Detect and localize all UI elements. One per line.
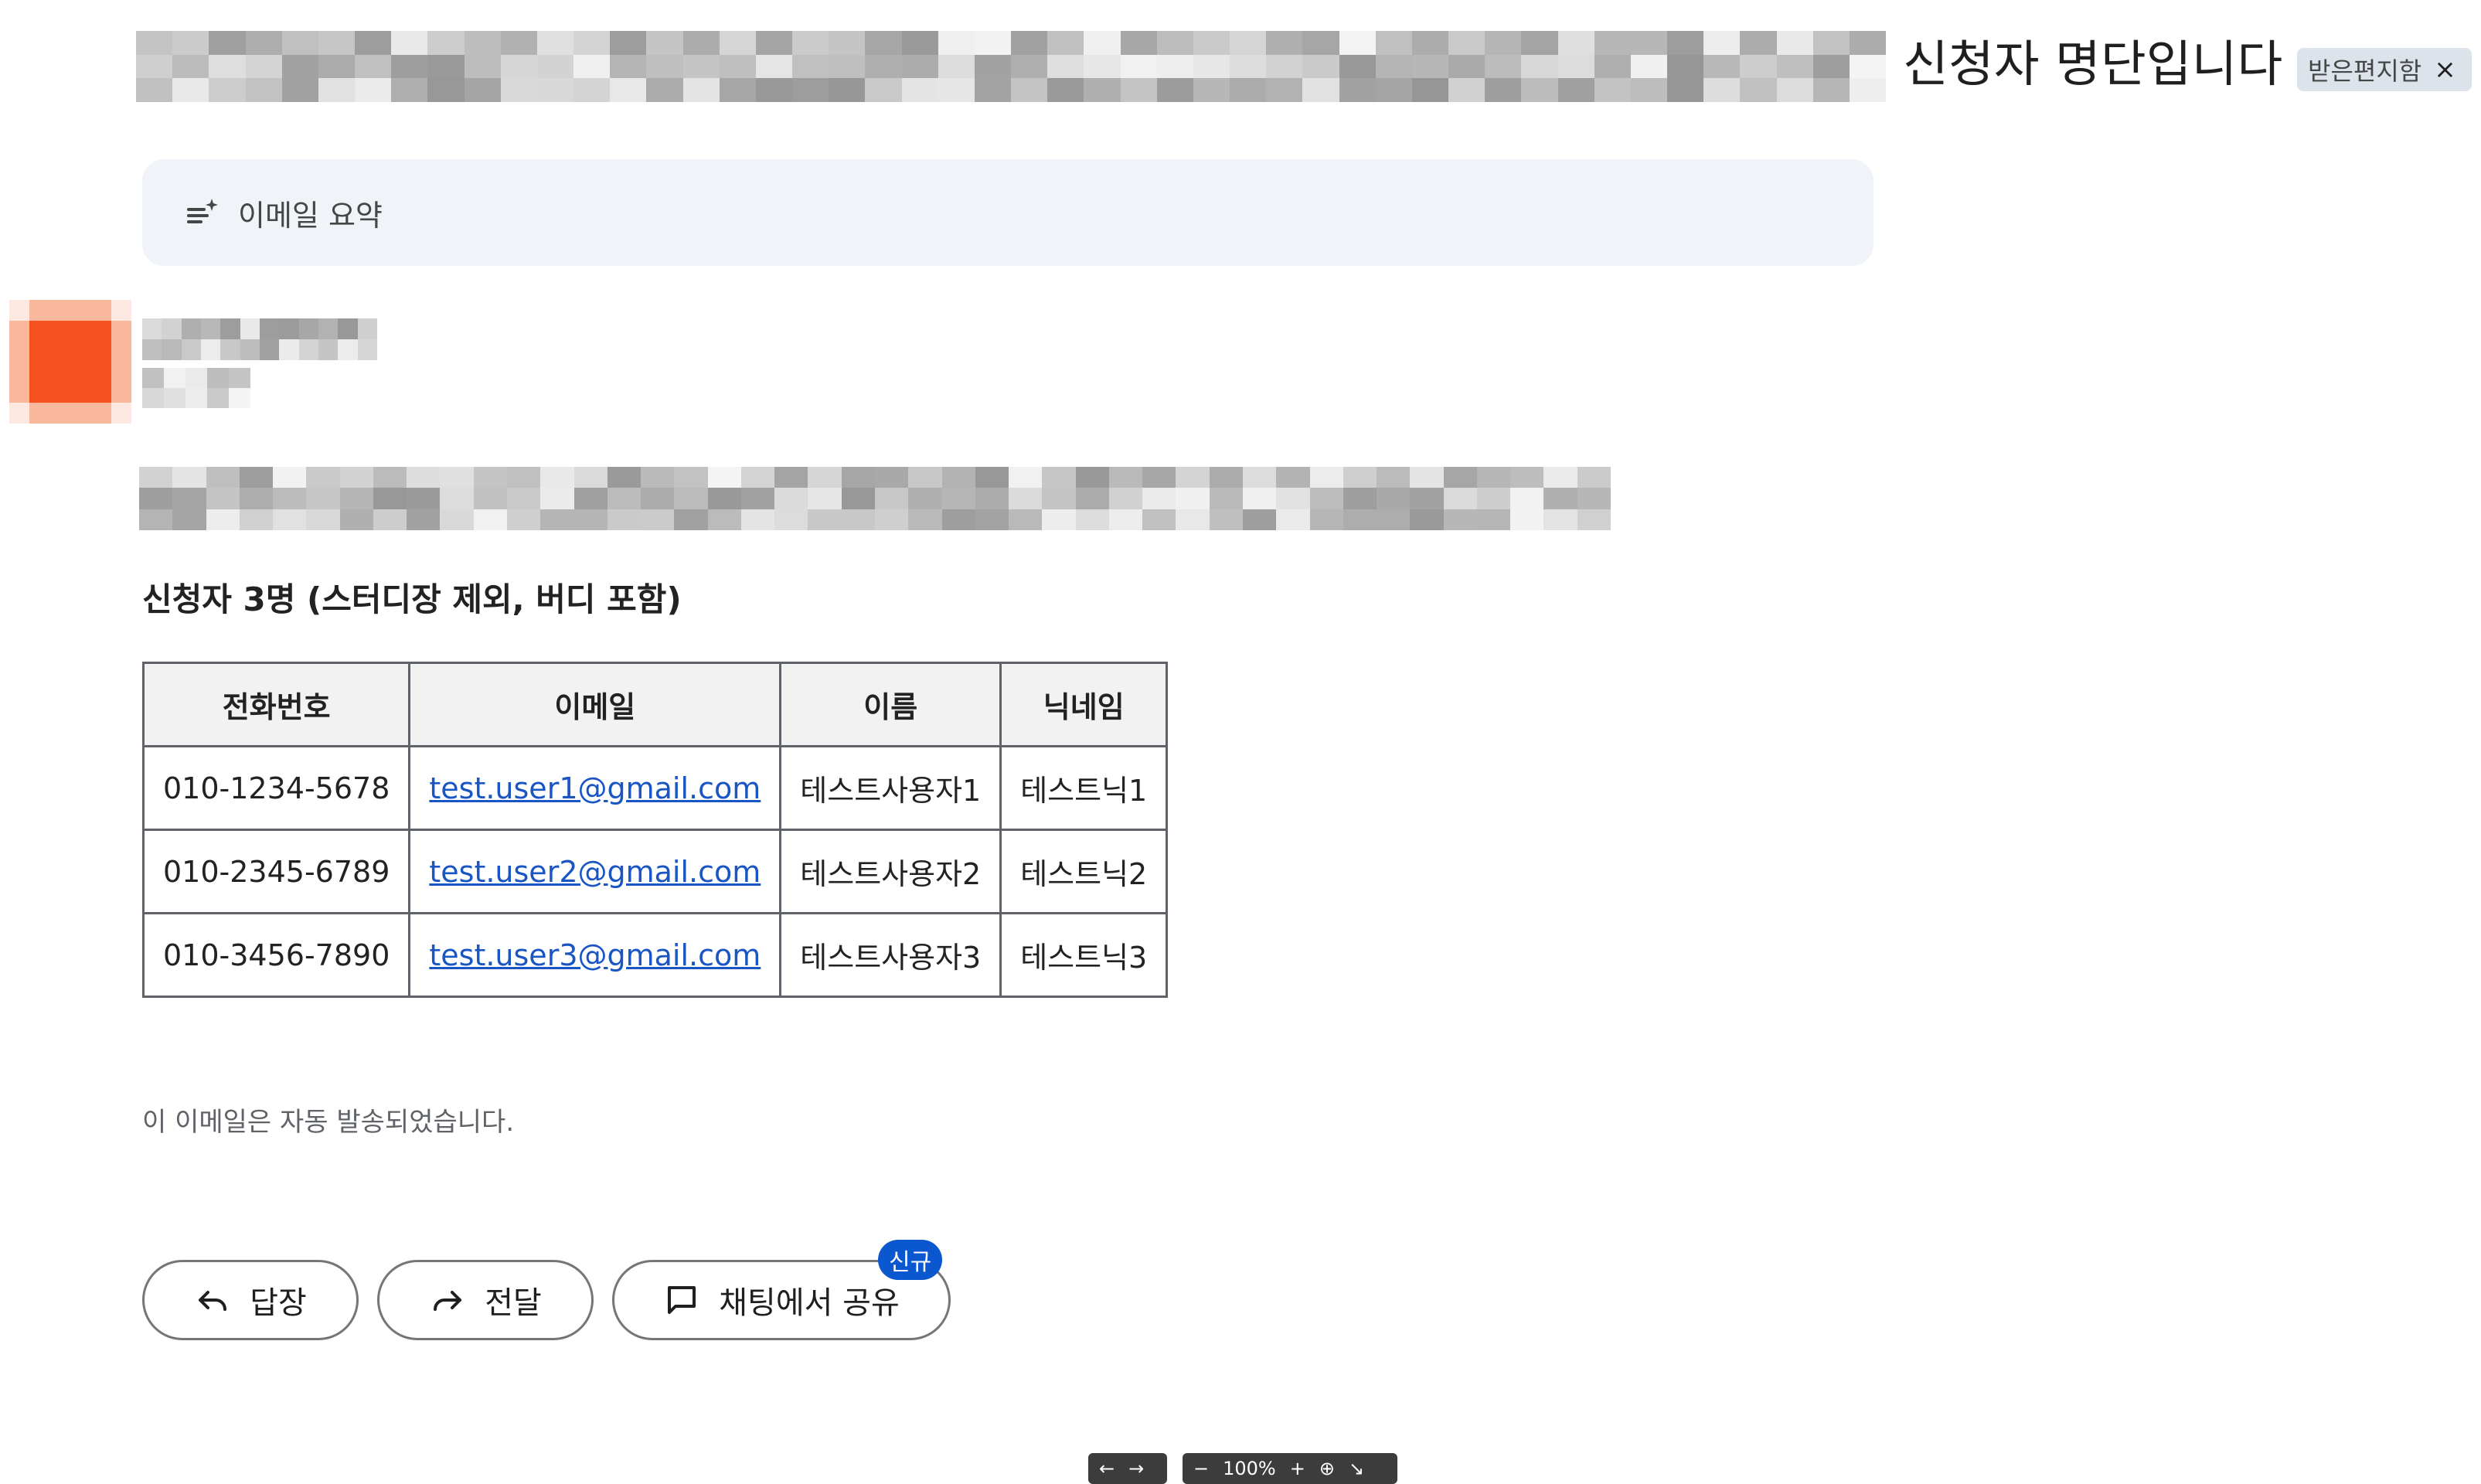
arrow-right-icon[interactable]: → — [1128, 1458, 1144, 1479]
label-chip-text: 받은편지함 — [2308, 56, 2422, 86]
email-link[interactable]: test.user2@gmail.com — [429, 855, 761, 889]
redacted-sender-name — [142, 318, 377, 360]
email-cell: test.user3@gmail.com — [408, 912, 782, 998]
column-header-email: 이메일 — [408, 662, 782, 747]
inbox-label-chip[interactable]: 받은편지함 × — [2297, 48, 2472, 91]
email-cell: test.user1@gmail.com — [408, 745, 782, 831]
table-row: 010-1234-5678 test.user1@gmail.com 테스트사용… — [141, 745, 1169, 831]
zoom-level: 100% — [1223, 1458, 1276, 1479]
nickname-cell: 테스트닉3 — [999, 912, 1169, 998]
applicant-count-heading: 신청자 3명 (스터디장 제외, 버디 포함) — [142, 580, 682, 618]
forward-label: 전달 — [485, 1285, 542, 1321]
redacted-sender-detail — [142, 368, 250, 408]
nickname-cell: 테스트닉1 — [999, 745, 1169, 831]
name-cell: 테스트사용자3 — [779, 912, 1002, 998]
phone-cell: 010-1234-5678 — [141, 745, 411, 831]
table-row: 010-3456-7890 test.user3@gmail.com 테스트사용… — [141, 912, 1169, 998]
zoom-out-icon[interactable]: − — [1193, 1458, 1209, 1479]
phone-cell: 010-3456-7890 — [141, 912, 411, 998]
column-header-phone: 전화번호 — [141, 662, 411, 747]
reply-icon — [199, 1291, 227, 1311]
nickname-cell: 테스트닉2 — [999, 829, 1169, 914]
redacted-body-line — [139, 467, 1611, 530]
chat-icon — [668, 1286, 696, 1314]
table-header-row: 전화번호 이메일 이름 닉네임 — [141, 662, 1169, 747]
email-link[interactable]: test.user3@gmail.com — [429, 938, 761, 972]
close-icon[interactable]: × — [2434, 54, 2456, 85]
email-cell: test.user2@gmail.com — [408, 829, 782, 914]
reply-button[interactable]: 답장 — [142, 1260, 359, 1340]
redacted-subject — [136, 31, 1886, 102]
summarize-sparkle-icon — [187, 199, 218, 223]
zoom-toolbar: − 100% + ⊕ ↘ — [1183, 1453, 1397, 1484]
email-summary-button[interactable]: 이메일 요약 — [142, 159, 1874, 266]
download-icon[interactable]: ⊕ — [1319, 1458, 1335, 1479]
zoom-in-icon[interactable]: + — [1290, 1458, 1305, 1479]
column-header-name: 이름 — [779, 662, 1002, 747]
name-cell: 테스트사용자1 — [779, 745, 1002, 831]
summary-label: 이메일 요약 — [238, 198, 383, 233]
reply-label: 답장 — [250, 1285, 307, 1321]
subject-title: 신청자 명단입니다 — [1903, 36, 2283, 94]
name-cell: 테스트사용자2 — [779, 829, 1002, 914]
auto-sent-note: 이 이메일은 자동 발송되었습니다. — [142, 1107, 515, 1138]
phone-cell: 010-2345-6789 — [141, 829, 411, 914]
navigation-arrows[interactable]: ← → — [1088, 1453, 1167, 1484]
arrow-left-icon[interactable]: ← — [1099, 1458, 1115, 1479]
table-row: 010-2345-6789 test.user2@gmail.com 테스트사용… — [141, 829, 1169, 914]
applicant-table: 전화번호 이메일 이름 닉네임 010-1234-5678 test.user1… — [141, 662, 1169, 998]
forward-icon — [434, 1291, 462, 1311]
email-link[interactable]: test.user1@gmail.com — [429, 771, 761, 805]
column-header-nickname: 닉네임 — [999, 662, 1169, 747]
avatar[interactable] — [9, 300, 131, 424]
forward-button[interactable]: 전달 — [377, 1260, 594, 1340]
collapse-icon[interactable]: ↘ — [1349, 1458, 1364, 1479]
new-badge: 신규 — [878, 1240, 943, 1280]
share-in-chat-label: 채팅에서 공유 — [719, 1285, 900, 1321]
